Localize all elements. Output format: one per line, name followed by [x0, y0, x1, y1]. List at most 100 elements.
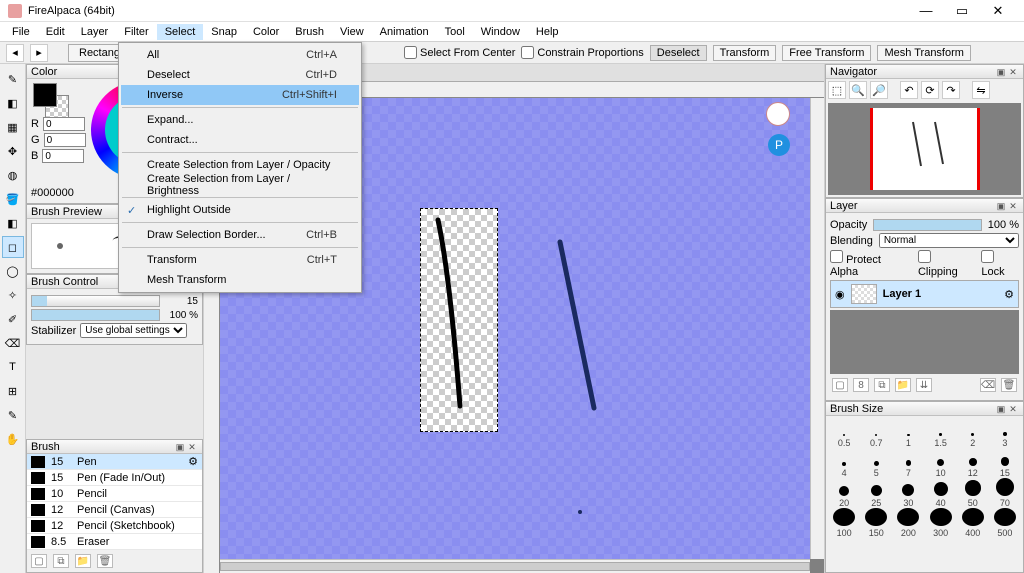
menu-edit[interactable]: Edit [38, 24, 73, 40]
brush-size-1[interactable]: 1 [892, 418, 924, 448]
brush-size-slider[interactable] [31, 295, 160, 307]
folder-layer-icon[interactable]: 📁 [895, 378, 911, 392]
menu-item-mesh-transform[interactable]: Mesh Transform [121, 270, 359, 290]
menu-item-deselect[interactable]: DeselectCtrl+D [121, 65, 359, 85]
minimize-button[interactable]: — [908, 0, 944, 22]
close-button[interactable]: ✕ [980, 0, 1016, 22]
constrain-proportions-checkbox[interactable]: Constrain Proportions [521, 46, 643, 59]
brush-size-0.5[interactable]: 0.5 [828, 418, 860, 448]
menu-item-expand-[interactable]: Expand... [121, 110, 359, 130]
duplicate-brush-icon[interactable]: ⧉ [53, 554, 69, 568]
select-tool[interactable]: ◻ [2, 236, 24, 258]
menu-color[interactable]: Color [245, 24, 287, 40]
merge-down-icon[interactable]: ⇊ [916, 378, 932, 392]
clipping-checkbox[interactable]: Clipping [918, 250, 971, 278]
flip-icon[interactable]: ⇋ [972, 81, 990, 99]
menu-tool[interactable]: Tool [437, 24, 473, 40]
brush-tool[interactable]: ✎ [2, 68, 24, 90]
rotate-reset-icon[interactable]: ⟳ [921, 81, 939, 99]
divide-tool[interactable]: ⊞ [2, 380, 24, 402]
undock-icon[interactable]: ▣ [174, 442, 186, 452]
brush-item[interactable]: 12Pencil (Sketchbook) [27, 518, 202, 534]
navigator-preview[interactable] [828, 103, 1021, 195]
menu-item-all[interactable]: AllCtrl+A [121, 45, 359, 65]
brush-size-4[interactable]: 4 [828, 448, 860, 478]
menu-animation[interactable]: Animation [372, 24, 437, 40]
magicwand-tool[interactable]: ✧ [2, 284, 24, 306]
menu-layer[interactable]: Layer [73, 24, 117, 40]
visibility-icon[interactable]: ◉ [835, 288, 845, 301]
menu-help[interactable]: Help [528, 24, 567, 40]
eyedropper-tool[interactable]: ✎ [2, 404, 24, 426]
brush-size-5[interactable]: 5 [860, 448, 892, 478]
g-input[interactable] [44, 133, 86, 147]
brush-item[interactable]: 8.5Eraser [27, 534, 202, 550]
menu-file[interactable]: File [4, 24, 38, 40]
brush-size-200[interactable]: 200 [892, 508, 924, 538]
brush-size-7[interactable]: 7 [892, 448, 924, 478]
menu-window[interactable]: Window [473, 24, 528, 40]
brush-size-70[interactable]: 70 [989, 478, 1021, 508]
brush-size-0.7[interactable]: 0.7 [860, 418, 892, 448]
brush-size-1.5[interactable]: 1.5 [925, 418, 957, 448]
brush-size-50[interactable]: 50 [957, 478, 989, 508]
menu-item-highlight-outside[interactable]: ✓Highlight Outside [121, 200, 359, 220]
brush-item[interactable]: 15Pen (Fade In/Out) [27, 470, 202, 486]
brush-size-40[interactable]: 40 [925, 478, 957, 508]
gradient-tool[interactable]: ◧ [2, 212, 24, 234]
free-transform-button[interactable]: Free Transform [782, 45, 871, 61]
rotate-right-icon[interactable]: ↷ [942, 81, 960, 99]
delete-brush-icon[interactable]: 🗑 [97, 554, 113, 568]
brush-item[interactable]: 10Pencil [27, 486, 202, 502]
transform-button[interactable]: Transform [713, 45, 777, 61]
brush-item[interactable]: 15Pen⚙ [27, 454, 202, 470]
brush-size-100[interactable]: 100 [828, 508, 860, 538]
menu-filter[interactable]: Filter [116, 24, 156, 40]
close-icon[interactable]: ✕ [1007, 67, 1019, 77]
select-from-center-checkbox[interactable]: Select From Center [404, 46, 515, 59]
menu-item-create-selection-from-layer-brightness[interactable]: Create Selection from Layer / Brightness [121, 175, 359, 195]
menu-item-create-selection-from-layer-opacity[interactable]: Create Selection from Layer / Opacity [121, 155, 359, 175]
close-icon[interactable]: ✕ [1007, 201, 1019, 211]
undock-icon[interactable]: ▣ [995, 67, 1007, 77]
mesh-transform-button[interactable]: Mesh Transform [877, 45, 970, 61]
blending-select[interactable]: Normal [879, 233, 1019, 248]
move-tool[interactable]: ✥ [2, 140, 24, 162]
brush-size-20[interactable]: 20 [828, 478, 860, 508]
lasso-tool[interactable]: ◯ [2, 260, 24, 282]
menu-item-contract-[interactable]: Contract... [121, 130, 359, 150]
layer-opacity-slider[interactable] [873, 219, 982, 231]
stabilizer-select[interactable]: Use global settings [80, 323, 187, 338]
close-icon[interactable]: ✕ [1007, 404, 1019, 414]
brush-size-15[interactable]: 15 [989, 448, 1021, 478]
pixiv-badge-icon[interactable]: P [768, 134, 790, 156]
bucket-tool[interactable]: 🪣 [2, 188, 24, 210]
brush-size-150[interactable]: 150 [860, 508, 892, 538]
history-back-button[interactable]: ◂ [6, 44, 24, 62]
vertical-scrollbar[interactable] [810, 98, 824, 559]
menu-snap[interactable]: Snap [203, 24, 245, 40]
rotate-left-icon[interactable]: ↶ [900, 81, 918, 99]
brush-size-12[interactable]: 12 [957, 448, 989, 478]
dot-tool[interactable]: ▦ [2, 116, 24, 138]
folder-brush-icon[interactable]: 📁 [75, 554, 91, 568]
menu-item-inverse[interactable]: InverseCtrl+Shift+I [121, 85, 359, 105]
undock-icon[interactable]: ▣ [995, 404, 1007, 414]
brush-opacity-slider[interactable] [31, 309, 160, 321]
new-brush-icon[interactable]: ▢ [31, 554, 47, 568]
zoom-fit-icon[interactable]: ⬚ [828, 81, 846, 99]
new-layer-icon[interactable]: ▢ [832, 378, 848, 392]
brush-size-500[interactable]: 500 [989, 508, 1021, 538]
brush-size-3[interactable]: 3 [989, 418, 1021, 448]
menu-item-transform[interactable]: TransformCtrl+T [121, 250, 359, 270]
duplicate-layer-icon[interactable]: ⧉ [874, 378, 890, 392]
brush-size-2[interactable]: 2 [957, 418, 989, 448]
close-icon[interactable]: ✕ [186, 442, 198, 452]
eraser-tool[interactable]: ◧ [2, 92, 24, 114]
brush-size-25[interactable]: 25 [860, 478, 892, 508]
horizontal-scrollbar[interactable] [220, 559, 810, 573]
zoom-in-icon[interactable]: 🔍 [849, 81, 867, 99]
menu-view[interactable]: View [332, 24, 372, 40]
r-input[interactable] [43, 117, 85, 131]
zoom-out-icon[interactable]: 🔎 [870, 81, 888, 99]
